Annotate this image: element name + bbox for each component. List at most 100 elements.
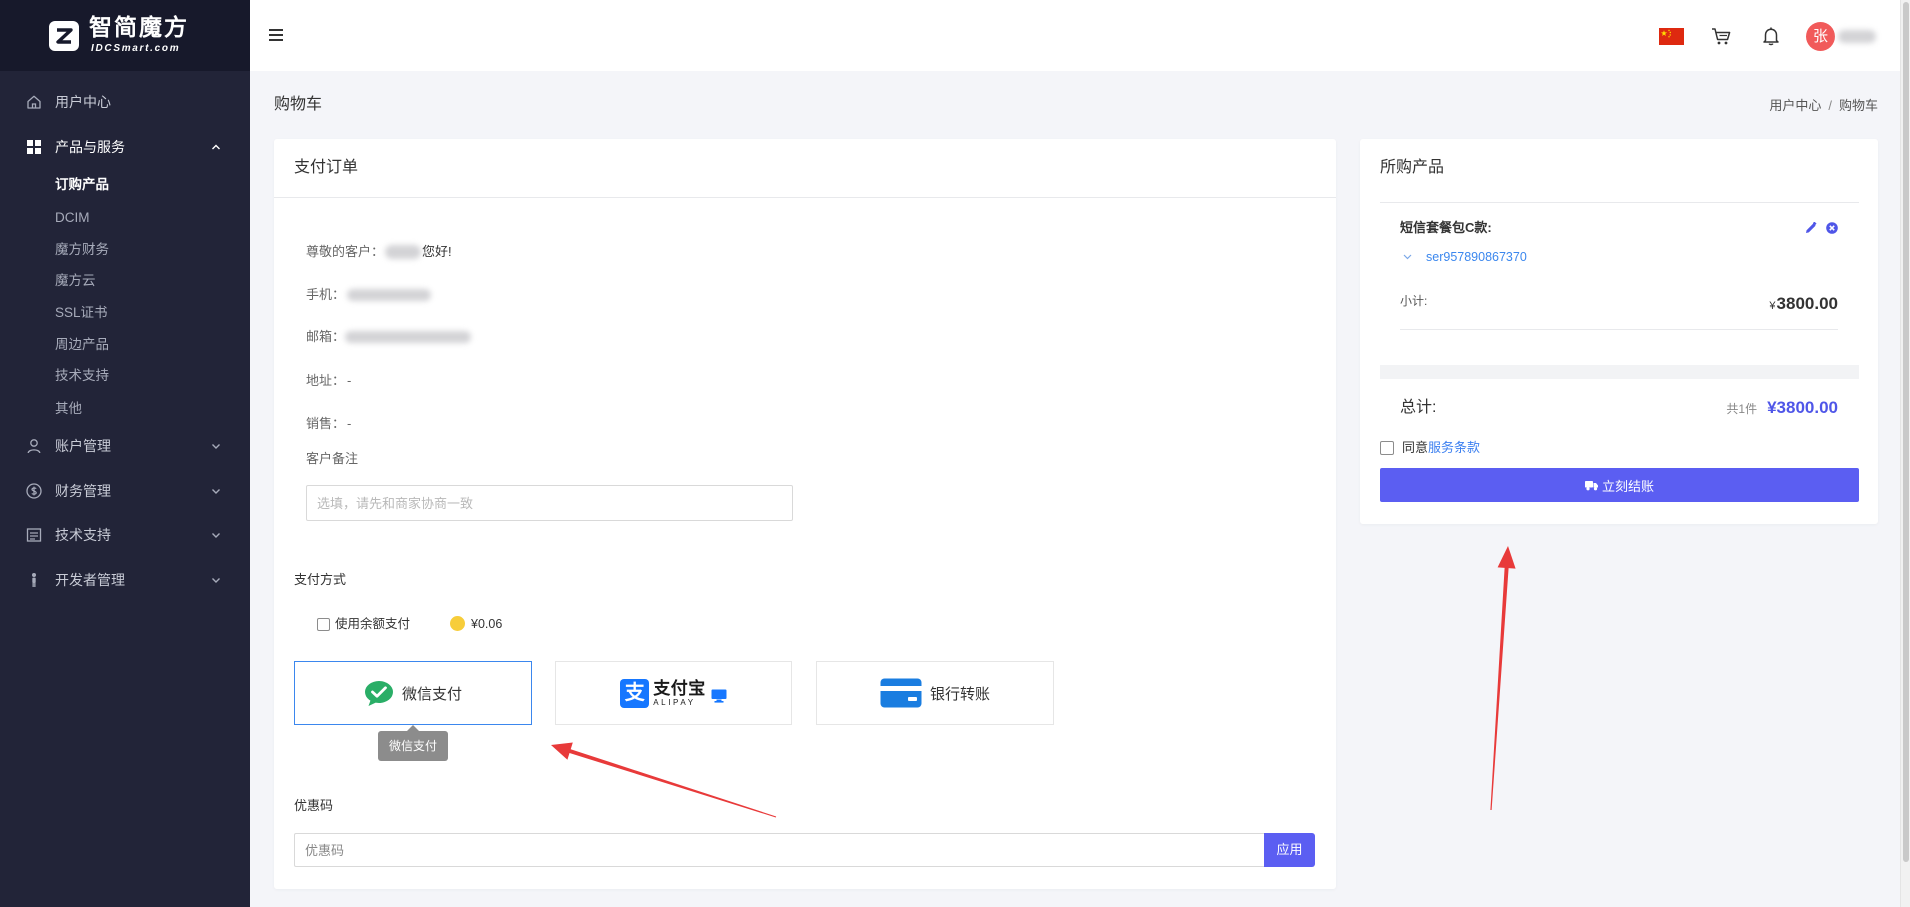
- sidebar-item-developer[interactable]: 开发者管理: [0, 565, 250, 595]
- dollar-icon: [26, 483, 42, 499]
- sidebar-item-label: 用户中心: [55, 94, 111, 110]
- agree-terms-checkbox[interactable]: [1380, 441, 1394, 455]
- avatar[interactable]: 张: [1806, 22, 1835, 51]
- delete-icon[interactable]: [1826, 222, 1838, 234]
- divider: [274, 197, 1336, 198]
- edit-icon[interactable]: [1805, 222, 1817, 234]
- grid-icon: [27, 140, 41, 154]
- idcsmart-logo-icon: [49, 21, 79, 51]
- redacted-customer-name: [385, 245, 422, 259]
- sidebar-item-products-services[interactable]: 产品与服务: [0, 132, 250, 162]
- sidebar-subitem-label: SSL证书: [55, 305, 108, 320]
- sidebar-subitem-label: 魔方云: [55, 273, 96, 288]
- sidebar-subitem-other[interactable]: 其他: [0, 396, 250, 422]
- hamburger-icon[interactable]: [269, 29, 283, 41]
- card-title: 所购产品: [1380, 159, 1445, 176]
- china-flag-icon[interactable]: [1659, 28, 1684, 45]
- logo-subtitle: IDCSmart.com: [91, 43, 181, 54]
- email-label: 邮箱：: [306, 329, 346, 344]
- total-label: 总计:: [1400, 399, 1437, 416]
- balance-checkbox[interactable]: [317, 618, 330, 631]
- total-amount: ¥3800.00: [1767, 398, 1838, 417]
- alipay-icon: 支: [620, 678, 650, 708]
- wechat-pay-icon: [364, 680, 393, 706]
- sidebar-subitem-label: 订购产品: [55, 177, 109, 192]
- payment-tooltip: 微信支付: [378, 725, 448, 761]
- sidebar-subitem-mofang-cloud[interactable]: 魔方云: [0, 268, 250, 294]
- agree-prefix: 同意: [1402, 440, 1429, 455]
- sidebar-item-support[interactable]: 技术支持: [0, 520, 250, 550]
- subtotal-label: 小计:: [1400, 294, 1428, 308]
- greeting-label: 尊敬的客户：: [306, 244, 385, 259]
- bell-icon[interactable]: [1760, 25, 1782, 47]
- sidebar-item-user-center[interactable]: 用户中心: [0, 87, 250, 117]
- subtotal-currency: ¥: [1769, 300, 1776, 312]
- divider: [1380, 202, 1859, 203]
- item-count: 共1件: [1726, 402, 1758, 416]
- payment-method-bank[interactable]: 银行转账: [816, 661, 1054, 725]
- sidebar-subitem-ssl[interactable]: SSL证书: [0, 300, 250, 326]
- address-row: 地址： -: [306, 371, 351, 391]
- ticket-icon: [26, 528, 42, 542]
- sidebar-item-account[interactable]: 账户管理: [0, 431, 250, 461]
- truck-icon: [1584, 480, 1598, 490]
- redacted-user-name[interactable]: [1838, 30, 1876, 43]
- phone-row: 手机：: [306, 285, 432, 305]
- sidebar-subitem-mofang-finance[interactable]: 魔方财务: [0, 237, 250, 263]
- breadcrumb-current: 购物车: [1838, 98, 1878, 113]
- scrollbar-thumb[interactable]: [1903, 2, 1909, 862]
- cart-icon[interactable]: [1710, 25, 1732, 47]
- subtotal-value: 3800.00: [1776, 294, 1838, 313]
- alipay-sub: ALIPAY: [653, 697, 696, 707]
- logo[interactable]: 智简魔方 IDCSmart.com: [0, 0, 250, 71]
- address-label: 地址：: [306, 373, 346, 388]
- page-title: 购物车: [274, 96, 323, 113]
- scrollbar[interactable]: [1900, 0, 1910, 907]
- terms-link[interactable]: 服务条款: [1428, 440, 1480, 455]
- breadcrumb-separator: /: [1828, 98, 1832, 113]
- sidebar-subitem-label: 其他: [55, 401, 82, 416]
- sidebar-subitem-label: 技术支持: [55, 368, 109, 383]
- agree-terms: 同意服务条款: [1402, 439, 1480, 457]
- chevron-down-icon: [212, 489, 220, 494]
- checkout-button[interactable]: 立刻结账: [1380, 468, 1859, 502]
- sales-label: 销售：: [306, 416, 346, 431]
- chevron-up-icon: [212, 144, 220, 150]
- annotation-arrow-checkout: [1490, 546, 1516, 810]
- coupon-input[interactable]: [294, 833, 1264, 867]
- payment-method-label: 银行转账: [929, 685, 990, 703]
- alipay-wordmark: 支付宝 ALIPAY: [653, 679, 706, 707]
- sidebar-item-label: 产品与服务: [55, 139, 125, 155]
- balance-label[interactable]: 使用余额支付: [335, 614, 410, 634]
- purchased-products-card: 所购产品 短信套餐包C款: ser957890867370 小计: ¥3800.…: [1360, 139, 1878, 524]
- product-id-link[interactable]: ser957890867370: [1426, 248, 1527, 266]
- sidebar-subitem-tech-support[interactable]: 技术支持: [0, 363, 250, 389]
- payment-method-wechat[interactable]: 微信支付: [294, 661, 532, 725]
- user-icon: [27, 439, 41, 454]
- sidebar-item-finance[interactable]: 财务管理: [0, 476, 250, 506]
- sidebar-item-label: 账户管理: [55, 438, 111, 454]
- chevron-down-icon[interactable]: [1403, 254, 1412, 260]
- coupon-label: 优惠码: [294, 798, 334, 813]
- sidebar-subitem-order-products[interactable]: 订购产品: [0, 172, 250, 198]
- sidebar-item-label: 技术支持: [55, 527, 111, 543]
- sidebar-subitem-dcim[interactable]: DCIM: [0, 205, 250, 231]
- remark-input[interactable]: [306, 485, 793, 521]
- home-icon: [27, 95, 41, 109]
- separator-band: [1380, 365, 1859, 379]
- card-title: 支付订单: [294, 159, 359, 176]
- apply-coupon-button[interactable]: 应用: [1264, 833, 1315, 867]
- coin-icon: [450, 616, 465, 631]
- payment-order-card: 支付订单 尊敬的客户： 您好! 手机： 邮箱： 地址： - 销售： - 客户备注…: [274, 139, 1336, 889]
- sidebar-item-label: 开发者管理: [55, 572, 125, 588]
- email-row: 邮箱：: [306, 327, 472, 347]
- chevron-down-icon: [212, 444, 220, 449]
- desktop-icon: [711, 689, 727, 703]
- redacted-phone: [347, 289, 432, 301]
- sidebar-subitem-peripherals[interactable]: 周边产品: [0, 332, 250, 358]
- top-bar: 张: [250, 0, 1900, 71]
- subtotal-amount: ¥3800.00: [1769, 293, 1838, 317]
- payment-method-alipay[interactable]: 支 支付宝 ALIPAY: [555, 661, 792, 725]
- breadcrumb-user-center[interactable]: 用户中心: [1769, 98, 1821, 113]
- product-name: 短信套餐包C款:: [1400, 220, 1492, 235]
